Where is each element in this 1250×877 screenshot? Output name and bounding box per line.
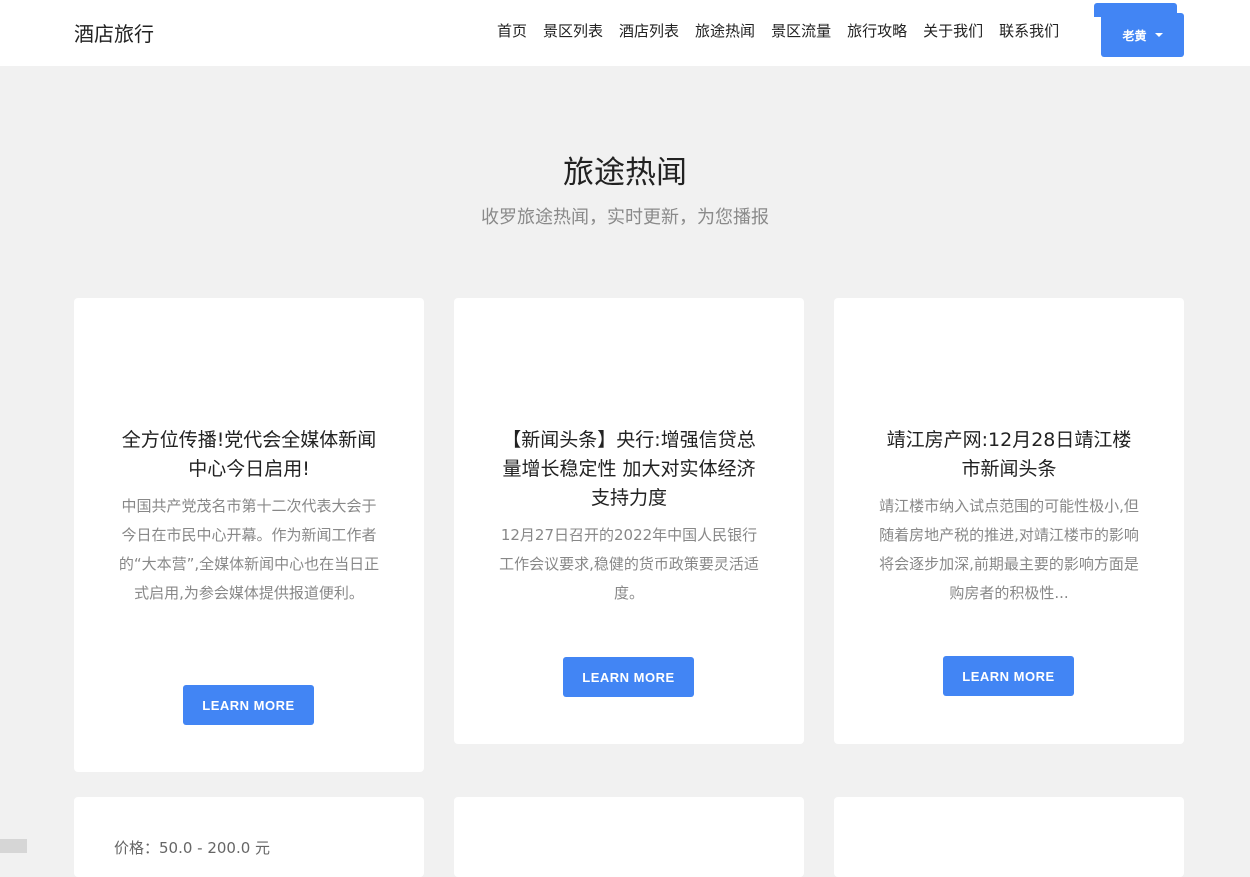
news-card-description: 靖江楼市纳入试点范围的可能性极小,但随着房地产税的推进,对靖江楼市的影响将会逐步… — [879, 497, 1139, 602]
news-card: 靖江房产网:12月28日靖江楼市新闻头条 靖江楼市纳入试点范围的可能性极小,但随… — [834, 298, 1184, 744]
learn-more-button[interactable]: LEARN MORE — [183, 685, 314, 725]
section-title: 旅途热闻 — [563, 155, 687, 191]
news-card-description: 中国共产党茂名市第十二次代表大会于今日在市民中心开幕。作为新闻工作者的“大本营”… — [118, 497, 380, 602]
learn-more-button[interactable]: LEARN MORE — [943, 656, 1074, 696]
user-name: 老黄 — [1122, 28, 1147, 43]
hotel-price: 价格：50.0 - 200.0 元 — [114, 839, 271, 857]
hotel-card: 价格：50.0 - 200.0 元 — [74, 797, 424, 877]
nav-item-scenic-list[interactable]: 景区列表 — [543, 20, 603, 41]
nav-item-travel-news[interactable]: 旅途热闻 — [695, 20, 755, 41]
news-card-title[interactable]: 【新闻头条】央行:增强信贷总量增长稳定性 加大对实体经济支持力度 — [498, 426, 760, 513]
nav-item-contact[interactable]: 联系我们 — [999, 20, 1059, 41]
hotel-card — [454, 797, 804, 877]
user-dropdown-button[interactable]: 老黄 — [1101, 13, 1184, 57]
news-card: 【新闻头条】央行:增强信贷总量增长稳定性 加大对实体经济支持力度 12月27日召… — [454, 298, 804, 744]
learn-more-button[interactable]: LEARN MORE — [563, 657, 694, 697]
nav-item-scenic-traffic[interactable]: 景区流量 — [771, 20, 831, 41]
navbar: 酒店旅行 首页 景区列表 酒店列表 旅途热闻 景区流量 旅行攻略 关于我们 联系… — [0, 0, 1250, 66]
nav-item-home[interactable]: 首页 — [497, 20, 527, 41]
corner-decoration — [0, 839, 27, 853]
news-card-title[interactable]: 靖江房产网:12月28日靖江楼市新闻头条 — [878, 426, 1140, 484]
nav-menu: 首页 景区列表 酒店列表 旅途热闻 景区流量 旅行攻略 关于我们 联系我们 — [497, 20, 1075, 41]
section-subtitle: 收罗旅途热闻，实时更新，为您播报 — [481, 207, 769, 228]
brand-logo[interactable]: 酒店旅行 — [74, 18, 154, 47]
news-card-title[interactable]: 全方位传播!党代会全媒体新闻中心今日启用! — [118, 426, 380, 484]
news-card: 全方位传播!党代会全媒体新闻中心今日启用! 中国共产党茂名市第十二次代表大会于今… — [74, 298, 424, 772]
nav-item-hotel-list[interactable]: 酒店列表 — [619, 20, 679, 41]
news-card-description: 12月27日召开的2022年中国人民银行工作会议要求,稳健的货币政策要灵活适度。 — [499, 526, 759, 602]
hotel-card — [834, 797, 1184, 877]
nav-item-about[interactable]: 关于我们 — [923, 20, 983, 41]
caret-down-icon — [1154, 33, 1163, 37]
nav-item-travel-guide[interactable]: 旅行攻略 — [847, 20, 907, 41]
